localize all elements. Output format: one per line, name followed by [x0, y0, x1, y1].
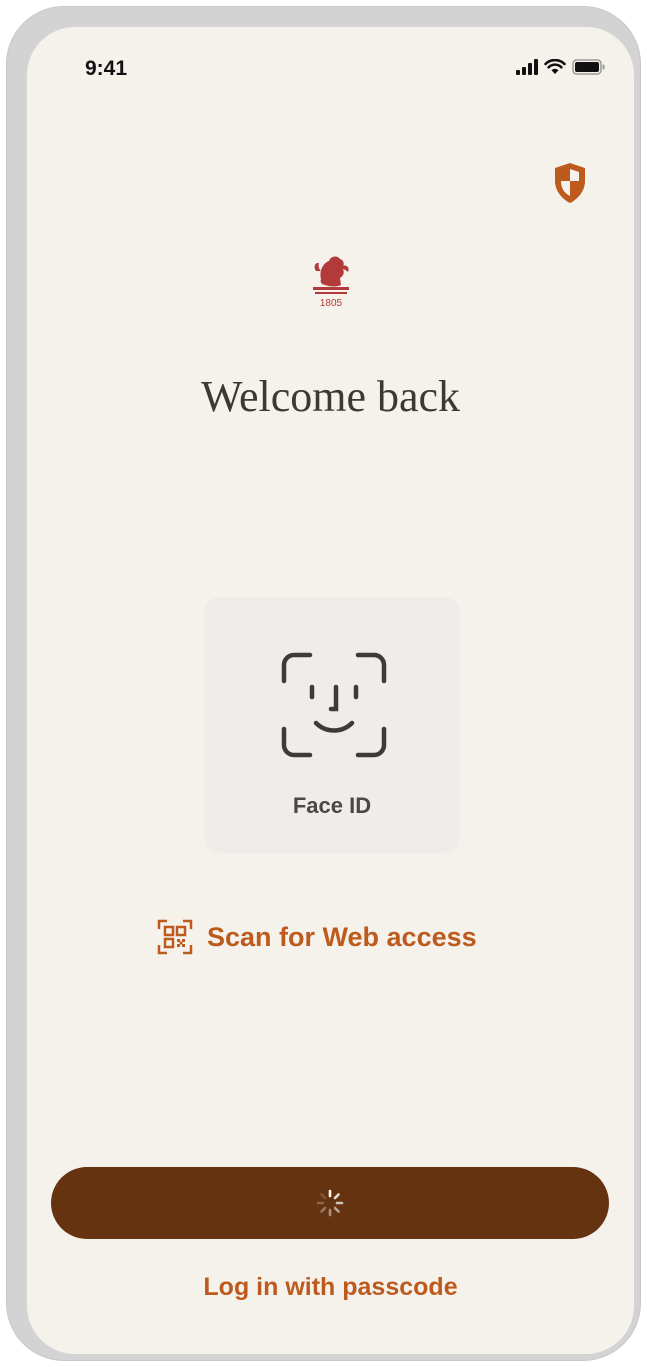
- face-id-label: Face ID: [292, 793, 372, 818]
- face-id-icon: [281, 652, 387, 758]
- logo-year: 1805: [320, 298, 343, 309]
- cellular-signal-icon: [516, 59, 538, 75]
- face-id-button[interactable]: Face ID: [204, 597, 460, 853]
- app-screen: 9:41 1805 Welcome back Face ID Scan for …: [27, 27, 634, 1354]
- status-time: 9:41: [85, 57, 128, 80]
- qr-code-icon: [157, 919, 193, 955]
- wifi-icon: [544, 59, 566, 74]
- login-with-passcode-link[interactable]: Log in with passcode: [27, 1273, 634, 1302]
- device-frame: 9:41 1805 Welcome back Face ID Scan for …: [6, 6, 641, 1361]
- lion-crest-logo: 1805: [313, 256, 349, 309]
- scan-web-access-label: Scan for Web access: [207, 921, 477, 952]
- page-title: Welcome back: [200, 372, 461, 421]
- login-button-loading[interactable]: [51, 1167, 609, 1239]
- loading-spinner-icon: [316, 1189, 344, 1217]
- scan-web-access-link[interactable]: Scan for Web access: [157, 919, 477, 955]
- battery-icon: [572, 59, 605, 75]
- shield-icon[interactable]: [552, 161, 588, 205]
- status-icons: [516, 59, 606, 75]
